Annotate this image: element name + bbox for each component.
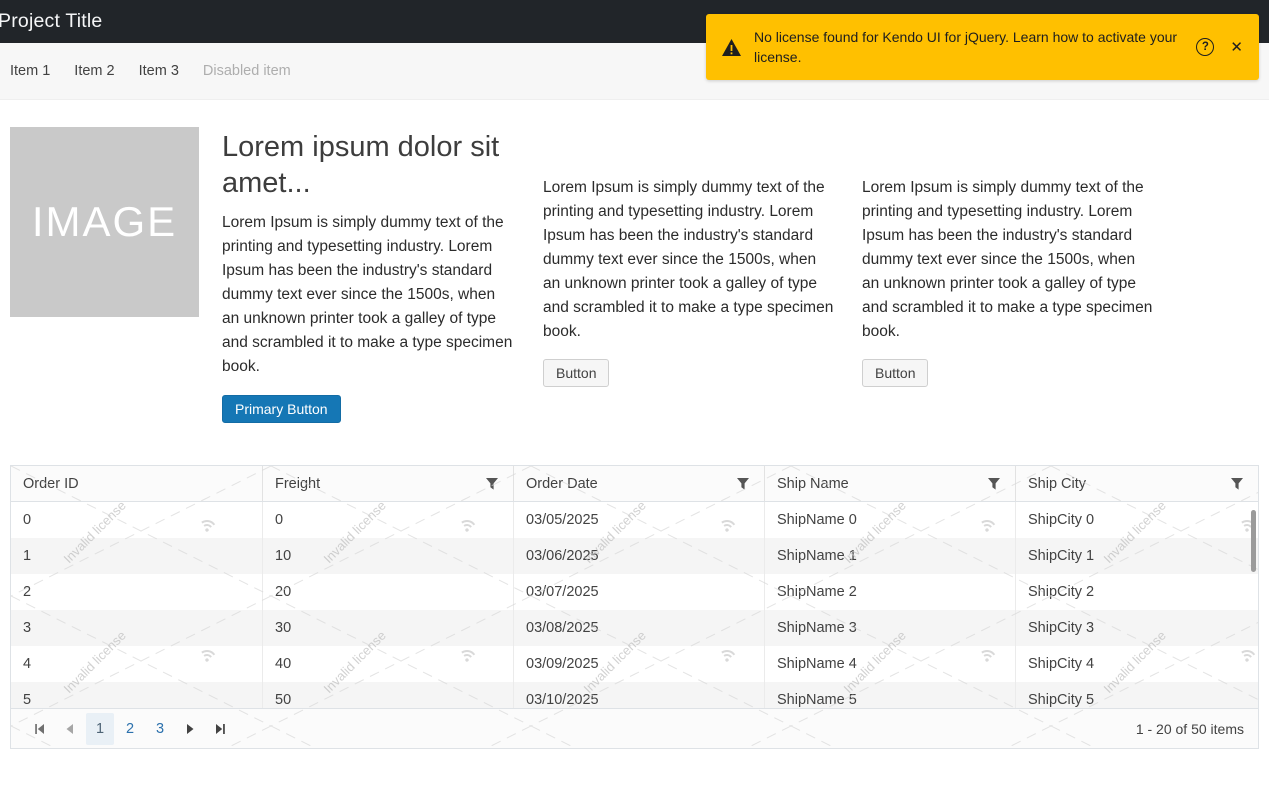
intro-column-3: Lorem Ipsum is simply dummy text of the … (862, 127, 1155, 387)
column-header-freight[interactable]: Freight (263, 466, 514, 501)
grid-body: 0 0 03/05/2025 ShipName 0 ShipCity 0 1 1… (11, 502, 1258, 708)
intro-heading: Lorem ipsum dolor sit amet... (222, 129, 514, 201)
filter-icon[interactable] (736, 477, 750, 491)
intro-paragraph: Lorem Ipsum is simply dummy text of the … (222, 211, 514, 379)
menu-item-disabled: Disabled item (191, 63, 303, 79)
menu-item-2[interactable]: Item 2 (62, 63, 126, 79)
column-2-paragraph: Lorem Ipsum is simply dummy text of the … (543, 176, 835, 344)
table-row[interactable]: 4 40 03/09/2025 ShipName 4 ShipCity 4 (11, 646, 1258, 682)
intro-section: IMAGE Lorem ipsum dolor sit amet... Lore… (0, 127, 1269, 423)
table-row[interactable]: 0 0 03/05/2025 ShipName 0 ShipCity 0 (11, 502, 1258, 538)
table-row[interactable]: 2 20 03/07/2025 ShipName 2 ShipCity 2 (11, 574, 1258, 610)
orders-grid: Invalid license Order ID Freight (10, 465, 1259, 749)
pager-info: 1 - 20 of 50 items (1136, 721, 1244, 737)
page-title: Project Title (0, 10, 102, 33)
column-2-button[interactable]: Button (543, 359, 609, 387)
menu-item-1[interactable]: Item 1 (0, 63, 62, 79)
next-page-icon[interactable] (175, 714, 205, 744)
filter-icon[interactable] (485, 477, 499, 491)
column-header-order-id[interactable]: Order ID (11, 466, 263, 501)
warning-icon (721, 38, 742, 57)
last-page-icon[interactable] (205, 714, 235, 744)
primary-button[interactable]: Primary Button (222, 395, 341, 423)
grid-header-row: Order ID Freight Order Date Ship Name (11, 466, 1258, 502)
table-row[interactable]: 3 30 03/08/2025 ShipName 3 ShipCity 3 (11, 610, 1258, 646)
intro-main-column: Lorem ipsum dolor sit amet... Lorem Ipsu… (222, 127, 514, 423)
column-header-ship-name[interactable]: Ship Name (765, 466, 1016, 501)
vertical-scrollbar[interactable] (1251, 510, 1256, 572)
main-content: IMAGE Lorem ipsum dolor sit amet... Lore… (0, 127, 1269, 749)
help-icon[interactable]: ? (1196, 38, 1214, 56)
table-row[interactable]: 1 10 03/06/2025 ShipName 1 ShipCity 1 (11, 538, 1258, 574)
filter-icon[interactable] (1230, 477, 1244, 491)
column-3-button[interactable]: Button (862, 359, 928, 387)
column-header-ship-city[interactable]: Ship City (1016, 466, 1258, 501)
image-placeholder: IMAGE (10, 127, 199, 317)
table-row[interactable]: 5 50 03/10/2025 ShipName 5 ShipCity 5 (11, 682, 1258, 708)
page-button-1[interactable]: 1 (86, 713, 114, 745)
license-banner: No license found for Kendo UI for jQuery… (706, 14, 1259, 80)
close-icon[interactable]: ✕ (1230, 40, 1243, 55)
intro-column-2: Lorem Ipsum is simply dummy text of the … (543, 127, 835, 387)
page-button-3[interactable]: 3 (146, 713, 174, 745)
prev-page-icon[interactable] (55, 714, 85, 744)
menu-item-3[interactable]: Item 3 (127, 63, 191, 79)
column-3-paragraph: Lorem Ipsum is simply dummy text of the … (862, 176, 1155, 344)
image-placeholder-label: IMAGE (32, 198, 177, 246)
page-button-2[interactable]: 2 (116, 713, 144, 745)
column-header-order-date[interactable]: Order Date (514, 466, 765, 501)
license-message[interactable]: No license found for Kendo UI for jQuery… (754, 27, 1196, 67)
first-page-icon[interactable] (25, 714, 55, 744)
grid-pager: 1 2 3 1 - 20 of 50 items (11, 708, 1258, 748)
filter-icon[interactable] (987, 477, 1001, 491)
banner-actions: ? ✕ (1196, 38, 1243, 56)
